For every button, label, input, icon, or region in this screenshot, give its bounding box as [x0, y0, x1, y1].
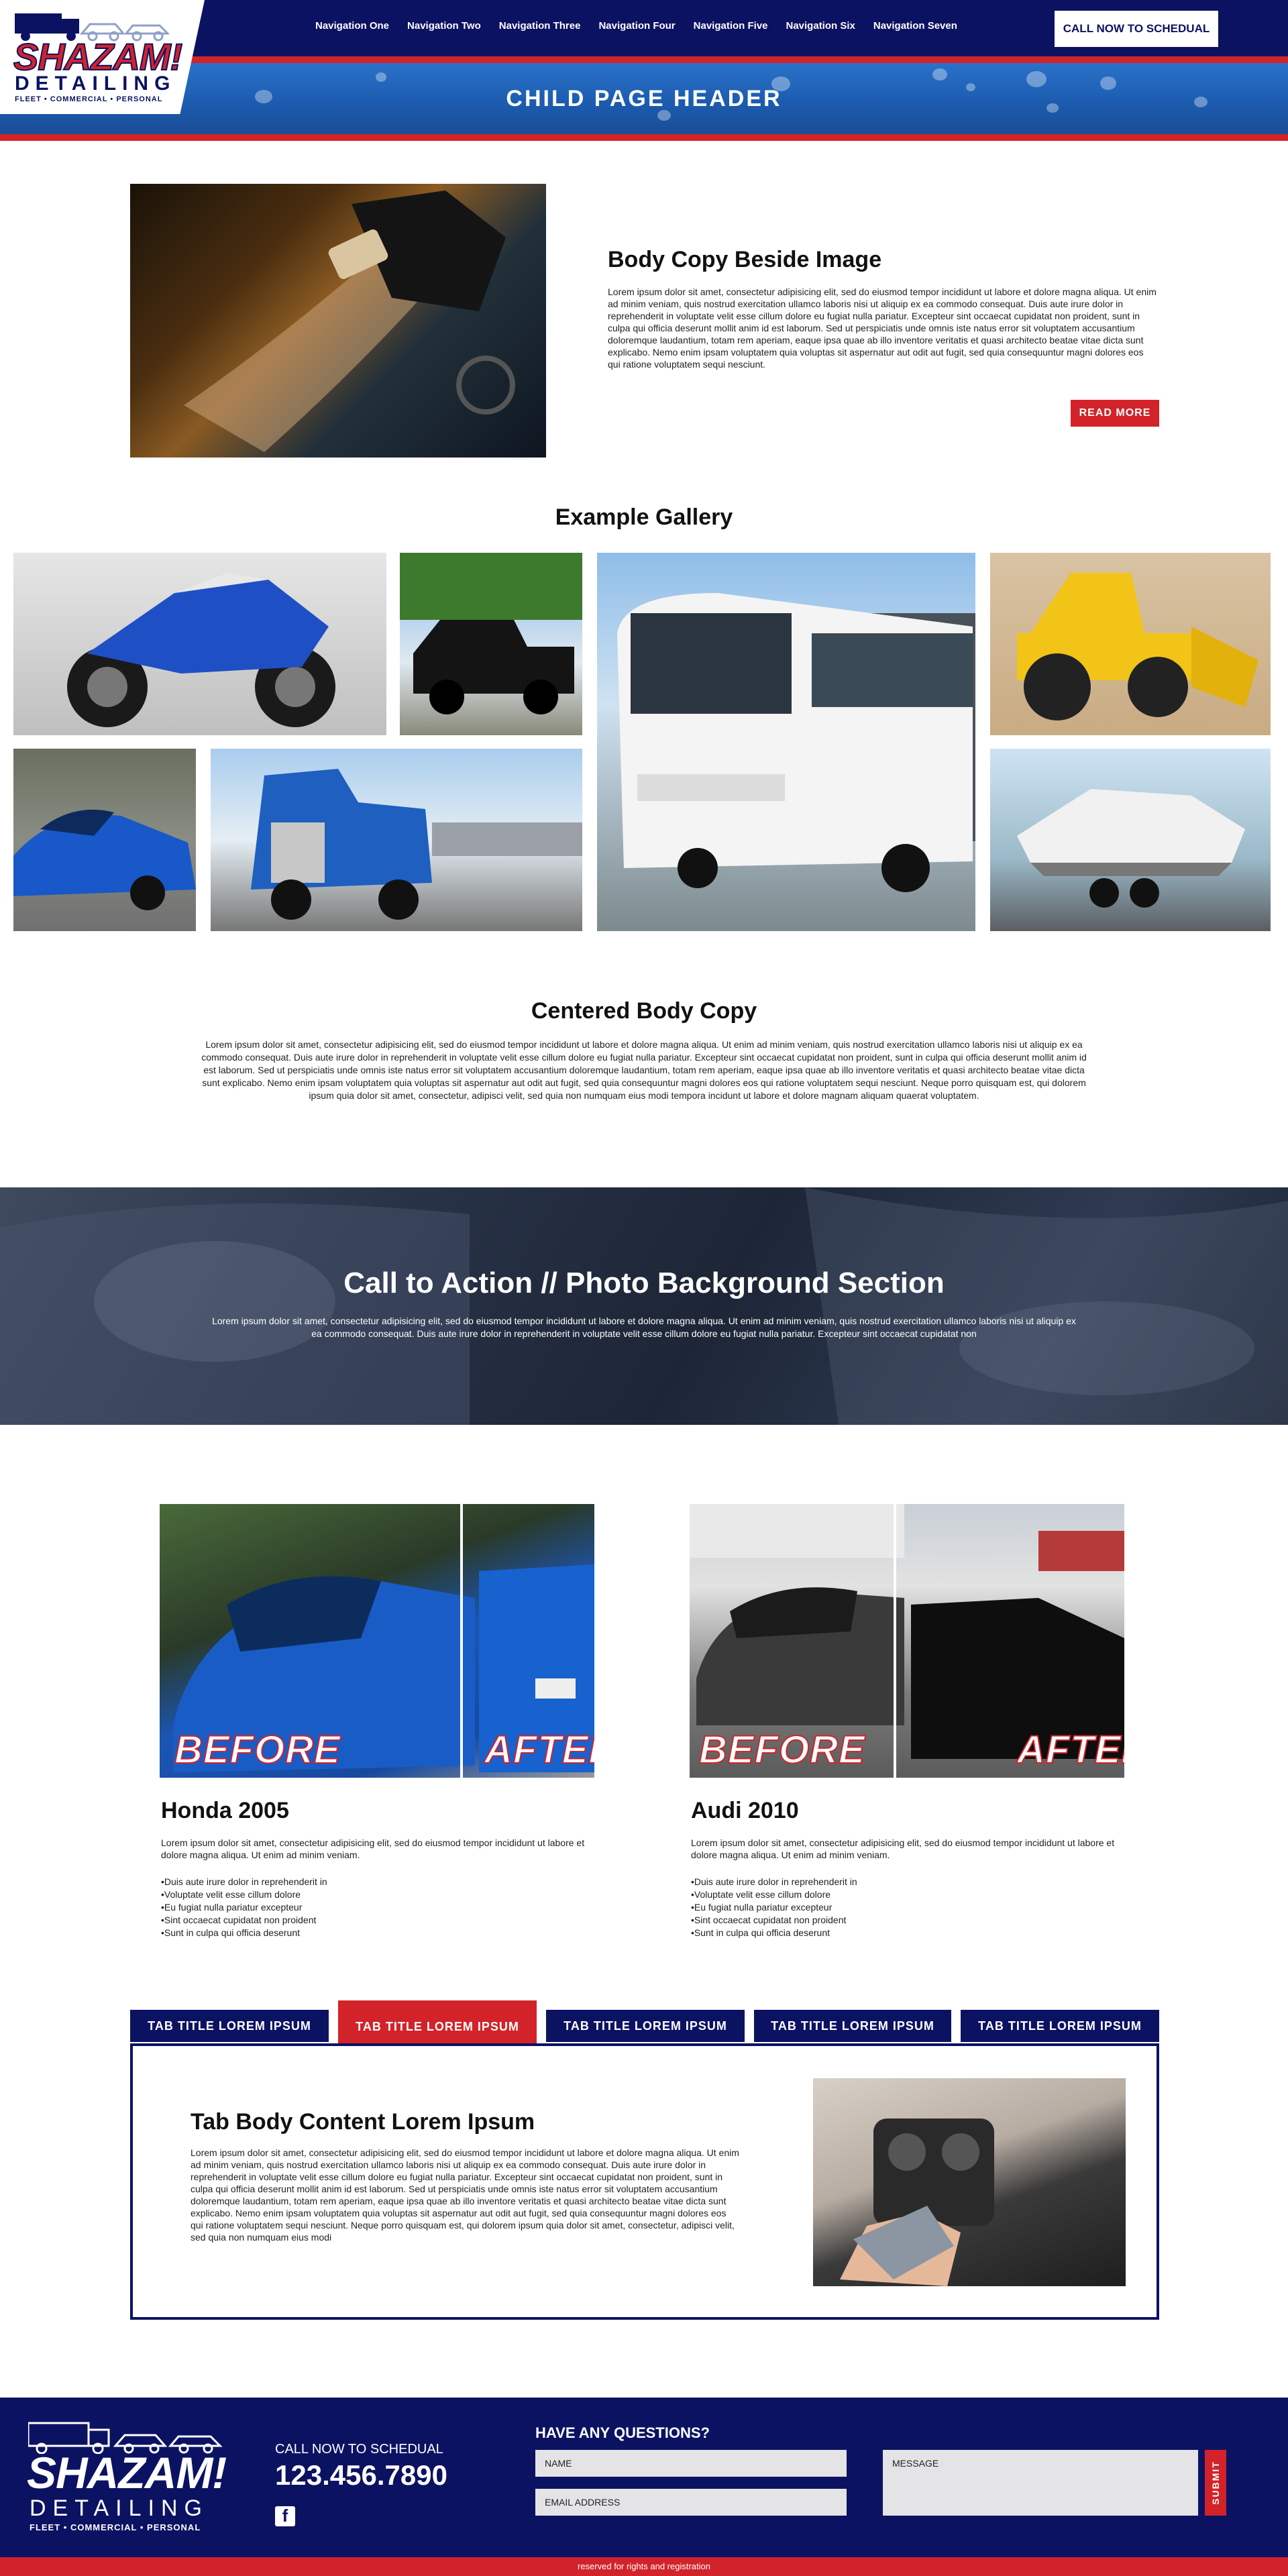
intro-title: Body Copy Beside Image	[608, 247, 882, 272]
case-body-honda: Lorem ipsum dolor sit amet, consectetur …	[161, 1837, 585, 1860]
nav-item-three[interactable]: Navigation Three	[499, 20, 581, 32]
case-title-honda: Honda 2005	[161, 1798, 289, 1823]
call-now-button[interactable]: CALL NOW TO SCHEDUAL	[1055, 11, 1218, 47]
footer-logo-tagline: FLEET • COMMERCIAL • PERSONAL	[30, 2522, 201, 2532]
list-item: •Eu fugiat nulla pariatur excepteur	[161, 1902, 303, 1913]
audi-before-after-image: BEFORE AFTER	[690, 1504, 1124, 1778]
site-logo[interactable]: SHAZAM! DETAILING FLEET • COMMERCIAL • P…	[0, 0, 205, 114]
bus-icon	[617, 593, 975, 892]
case-list-honda: •Duis aute irure dolor in reprehenderit …	[161, 1876, 597, 1939]
honda-before-after-image: BEFORE AFTER	[160, 1504, 594, 1778]
list-item: •Voluptate velit esse cillum dolore	[161, 1889, 301, 1900]
email-field[interactable]	[535, 2489, 847, 2516]
gallery-item-bus[interactable]	[597, 553, 975, 931]
list-item: •Sint occaecat cupidatat non proident	[161, 1915, 317, 1925]
nav-item-seven[interactable]: Navigation Seven	[873, 20, 957, 32]
gallery-item-semi-truck[interactable]	[211, 749, 582, 931]
before-after-divider[interactable]	[460, 1504, 463, 1778]
loader-icon	[1017, 573, 1258, 720]
gallery-item-loader[interactable]	[990, 553, 1271, 735]
before-label: BEFORE	[174, 1727, 341, 1772]
semi-truck-icon	[251, 769, 582, 920]
nav-item-four[interactable]: Navigation Four	[598, 20, 675, 32]
tab-content-title: Tab Body Content Lorem Ipsum	[191, 2109, 535, 2135]
gallery-title: Example Gallery	[555, 504, 733, 530]
tab-4[interactable]: TAB TITLE LOREM IPSUM	[754, 2010, 951, 2042]
case-body-audi: Lorem ipsum dolor sit amet, consectetur …	[691, 1837, 1115, 1860]
name-field[interactable]	[535, 2450, 847, 2477]
nav-item-one[interactable]: Navigation One	[315, 20, 389, 32]
before-after-divider[interactable]	[894, 1504, 896, 1778]
list-item: •Duis aute irure dolor in reprehenderit …	[691, 1876, 857, 1887]
water-drop	[932, 68, 947, 80]
submit-button[interactable]: SUBMIT	[1205, 2450, 1226, 2516]
pickup-truck-icon	[400, 553, 582, 714]
footer-call-label: CALL NOW TO SCHEDUAL	[275, 2442, 443, 2457]
footer-logo[interactable]: SHAZAM! DETAILING FLEET • COMMERCIAL • P…	[24, 2420, 239, 2538]
nav-item-six[interactable]: Navigation Six	[786, 20, 855, 32]
call-to-action-section: Call to Action // Photo Background Secti…	[0, 1187, 1288, 1425]
list-item: •Eu fugiat nulla pariatur excepteur	[691, 1902, 833, 1913]
cta-title: Call to Action // Photo Background Secti…	[343, 1267, 945, 1299]
page-title: CHILD PAGE HEADER	[506, 86, 782, 111]
logo-tagline: FLEET • COMMERCIAL • PERSONAL	[15, 95, 163, 103]
gallery-item-pickup[interactable]	[400, 553, 582, 735]
contact-form-title: HAVE ANY QUESTIONS?	[535, 2424, 710, 2441]
copyright-text: reserved for rights and registration	[578, 2561, 710, 2571]
water-drop	[1026, 71, 1046, 87]
car-wash-background	[0, 1187, 1288, 1425]
cta-body: Lorem ipsum dolor sit amet, consectetur …	[212, 1316, 1076, 1339]
boat-icon	[1017, 789, 1245, 908]
tab-3[interactable]: TAB TITLE LOREM IPSUM	[546, 2010, 745, 2042]
list-item: •Voluptate velit esse cillum dolore	[691, 1889, 831, 1900]
hero-red-stripe	[0, 134, 1288, 141]
nav-item-two[interactable]: Navigation Two	[407, 20, 481, 32]
list-item: •Duis aute irure dolor in reprehenderit …	[161, 1876, 327, 1887]
hand-polishing-icon	[184, 191, 515, 452]
before-label: BEFORE	[698, 1727, 865, 1772]
tab-content-image	[813, 2078, 1126, 2286]
footer-phone[interactable]: 123.456.7890	[275, 2459, 447, 2491]
intro-body: Lorem ipsum dolor sit amet, consectetur …	[608, 286, 1157, 370]
tab-5[interactable]: TAB TITLE LOREM IPSUM	[961, 2010, 1159, 2042]
case-list-audi: •Duis aute irure dolor in reprehenderit …	[691, 1876, 1127, 1939]
main-navigation: Navigation One Navigation Two Navigation…	[315, 20, 957, 32]
dashboard-cleaning-icon	[840, 2118, 994, 2286]
list-item: •Sunt in culpa qui officia deserunt	[161, 1927, 300, 1938]
top-red-stripe	[0, 56, 1288, 63]
footer-logo-subtitle: DETAILING	[30, 2496, 209, 2521]
page-hero-banner: CHILD PAGE HEADER	[0, 63, 1288, 134]
after-label: AFTER	[484, 1727, 594, 1772]
footer-logo-wordmark: SHAZAM!	[27, 2448, 227, 2498]
facebook-icon[interactable]: f	[275, 2506, 295, 2526]
tab-1[interactable]: TAB TITLE LOREM IPSUM	[130, 2010, 329, 2042]
submit-label: SUBMIT	[1210, 2461, 1222, 2505]
nav-item-five[interactable]: Navigation Five	[694, 20, 768, 32]
gallery-item-motorcycle[interactable]	[13, 553, 386, 735]
gallery-item-boat[interactable]	[990, 749, 1271, 931]
centered-section-title: Centered Body Copy	[531, 998, 757, 1024]
list-item: •Sunt in culpa qui officia deserunt	[691, 1927, 830, 1938]
tab-content-body: Lorem ipsum dolor sit amet, consectetur …	[191, 2147, 739, 2243]
logo-subtitle: DETAILING	[15, 72, 176, 95]
read-more-button[interactable]: READ MORE	[1071, 400, 1159, 427]
centered-section-body: Lorem ipsum dolor sit amet, consectetur …	[201, 1039, 1087, 1101]
case-title-audi: Audi 2010	[691, 1798, 799, 1823]
after-label: AFTER	[1016, 1727, 1124, 1772]
intro-image	[130, 184, 546, 458]
sports-car-icon	[13, 809, 196, 910]
motorcycle-icon	[67, 573, 335, 727]
water-drop	[376, 72, 386, 82]
message-field[interactable]	[883, 2450, 1198, 2516]
gallery-item-sports-car[interactable]	[13, 749, 196, 931]
list-item: •Sint occaecat cupidatat non proident	[691, 1915, 847, 1925]
